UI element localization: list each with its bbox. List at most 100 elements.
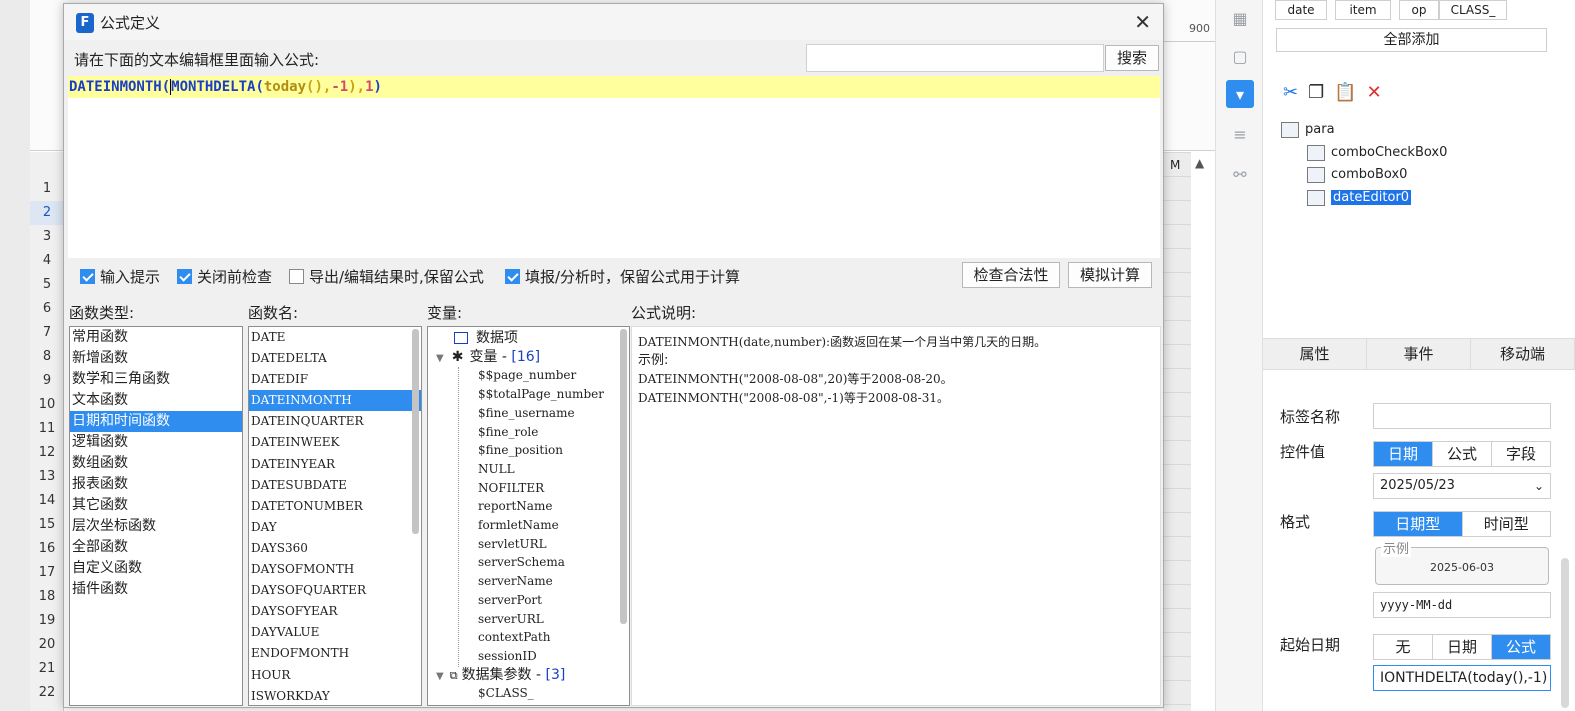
formula-line[interactable]: DATEINMONTH(MONTHDELTA(today(),-1),1) (68, 76, 1160, 98)
cut-icon[interactable]: ✂ (1283, 82, 1298, 103)
tag-class[interactable]: CLASS_ (1439, 0, 1507, 20)
checkbox-checked[interactable] (505, 269, 520, 284)
check-validity-button[interactable]: 检查合法性 (962, 262, 1060, 288)
fn-type-item[interactable]: 数组函数 (70, 453, 242, 474)
fn-name-item[interactable]: DATEDIF (249, 369, 421, 390)
row-number[interactable]: 15 (30, 513, 64, 537)
row-number[interactable]: 7 (30, 321, 64, 345)
variable-group-node[interactable]: ▼ ✱ 变量 - [16] (436, 348, 540, 367)
row-number[interactable]: 8 (30, 345, 64, 369)
tag-item[interactable]: item (1335, 0, 1391, 20)
variable-item[interactable]: $$totalPage_number (478, 385, 604, 404)
variable-item[interactable]: sessionID (478, 647, 537, 666)
tab-mobile[interactable]: 移动端 (1471, 339, 1575, 369)
row-number[interactable]: 2 (30, 201, 64, 225)
row-number[interactable]: 14 (30, 489, 64, 513)
fn-name-item[interactable]: DATESUBDATE (249, 475, 421, 496)
checkbox-checked[interactable] (80, 269, 95, 284)
fn-name-item[interactable]: DAYS360 (249, 538, 421, 559)
variable-item[interactable]: $fine_position (478, 441, 563, 460)
layers-icon[interactable]: ≡ (1226, 120, 1254, 148)
fn-name-list[interactable]: DATE DATEDELTA DATEDIF DATEINMONTH DATEINQUA… (248, 326, 422, 706)
fn-name-item[interactable]: DAYSOFMONTH (249, 559, 421, 580)
simulate-button[interactable]: 模拟计算 (1068, 262, 1152, 288)
label-name-input[interactable] (1373, 403, 1551, 429)
row-number[interactable]: 16 (30, 537, 64, 561)
row-number[interactable]: 9 (30, 369, 64, 393)
row-number[interactable]: 6 (30, 297, 64, 321)
variable-scrollbar[interactable] (620, 329, 627, 624)
fn-type-item[interactable]: 报表函数 (70, 474, 242, 495)
variable-item[interactable]: reportName (478, 497, 552, 516)
fn-type-item[interactable]: 数学和三角函数 (70, 369, 242, 390)
formula-editor[interactable]: DATEINMONTH(MONTHDELTA(today(),-1),1) (68, 76, 1160, 258)
fn-name-item[interactable]: ENDOFMONTH (249, 643, 421, 664)
row-number[interactable]: 10 (30, 393, 64, 417)
fn-type-item[interactable]: 其它函数 (70, 495, 242, 516)
variable-item[interactable]: $fine_role (478, 423, 538, 442)
delete-icon[interactable]: ✕ (1367, 82, 1382, 103)
row-number[interactable]: 21 (30, 657, 64, 681)
column-header-m[interactable]: M (1170, 158, 1180, 172)
frame-icon[interactable]: ▢ (1226, 42, 1254, 70)
row-number[interactable]: 12 (30, 441, 64, 465)
format-pattern-input[interactable]: yyyy-MM-dd (1373, 592, 1551, 618)
dataset-group-node[interactable]: ▼ ⧉ 数据集参数 - [3] (436, 666, 565, 685)
row-number[interactable]: 11 (30, 417, 64, 441)
tag-date[interactable]: date (1275, 0, 1327, 20)
fn-type-item[interactable]: 新增函数 (70, 348, 242, 369)
variable-item[interactable]: NULL (478, 460, 515, 479)
fn-type-item[interactable]: 日期和时间函数 (70, 411, 242, 432)
tree-node[interactable]: comboCheckBox0 (1307, 143, 1447, 163)
fn-name-item[interactable]: DAYVALUE (249, 622, 421, 643)
chevron-down-icon[interactable]: ⌄ (1534, 474, 1544, 498)
right-panel-scrollbar[interactable] (1561, 558, 1569, 708)
tab-properties[interactable]: 属性 (1263, 339, 1367, 369)
format-time-type[interactable]: 时间型 (1463, 512, 1551, 536)
variable-item[interactable]: servletURL (478, 535, 547, 554)
checkbox-unchecked[interactable] (289, 269, 304, 284)
fn-type-item[interactable]: 自定义函数 (70, 558, 242, 579)
row-number[interactable]: 19 (30, 609, 64, 633)
widget-icon[interactable]: ▾ (1226, 80, 1254, 108)
variable-tree[interactable]: 数据项 ▼ ✱ 变量 - [16] $$page_number $$totalPage_n… (427, 326, 630, 706)
add-all-button[interactable]: 全部添加 (1276, 28, 1547, 52)
fn-type-item[interactable]: 插件函数 (70, 579, 242, 600)
control-value-formula[interactable]: 公式 (1433, 442, 1492, 466)
option-check-before-close[interactable]: 关闭前检查 (177, 266, 272, 287)
widget-settings-icon[interactable]: ▦ (1226, 4, 1254, 32)
date-value-select[interactable]: 2025/05/23 ⌄ (1373, 473, 1551, 499)
fn-type-item[interactable]: 逻辑函数 (70, 432, 242, 453)
variable-item[interactable]: serverName (478, 572, 553, 591)
start-date-formula[interactable]: 公式 (1492, 635, 1550, 659)
control-value-date[interactable]: 日期 (1374, 442, 1433, 466)
fn-type-list[interactable]: 常用函数 新增函数 数学和三角函数 文本函数 日期和时间函数 逻辑函数 数组函数 报表函数 其它… (69, 326, 243, 706)
fn-name-item[interactable]: DATEINQUARTER (249, 411, 421, 432)
collapse-arrow-icon[interactable]: ▼ (436, 671, 444, 682)
fn-name-item[interactable]: DATEINMONTH (249, 390, 421, 412)
option-keep-formula-fill[interactable]: 填报/分析时，保留公式用于计算 (505, 266, 740, 287)
row-number[interactable]: 1 (30, 177, 64, 201)
fn-name-item[interactable]: DATEDELTA (249, 348, 421, 369)
row-number[interactable]: 20 (30, 633, 64, 657)
fn-type-item[interactable]: 全部函数 (70, 537, 242, 558)
fn-name-item[interactable]: DATE (249, 327, 421, 348)
link-icon[interactable]: ⚯ (1226, 160, 1254, 188)
start-formula-input[interactable]: IONTHDELTA(today(),-1) (1373, 665, 1551, 691)
row-number[interactable]: 17 (30, 561, 64, 585)
fn-name-item[interactable]: HOUR (249, 665, 421, 686)
fn-name-item[interactable]: DAYSOFQUARTER (249, 580, 421, 601)
search-input[interactable] (806, 44, 1104, 72)
dataset-variable-item[interactable]: $CLASS_ (478, 684, 534, 703)
fn-name-item[interactable]: DATETONUMBER (249, 496, 421, 517)
row-number[interactable]: 22 (30, 681, 64, 705)
tab-events[interactable]: 事件 (1367, 339, 1471, 369)
fn-name-scrollbar[interactable] (412, 329, 419, 534)
chevron-up-icon[interactable]: ▲ (1195, 156, 1204, 170)
search-button[interactable]: 搜索 (1105, 45, 1159, 71)
row-number[interactable]: 18 (30, 585, 64, 609)
fn-name-item[interactable]: ISWORKDAY (249, 686, 421, 705)
fn-name-item[interactable]: DATEINWEEK (249, 432, 421, 453)
tree-node-root[interactable]: para (1281, 120, 1335, 140)
checkbox-checked[interactable] (177, 269, 192, 284)
